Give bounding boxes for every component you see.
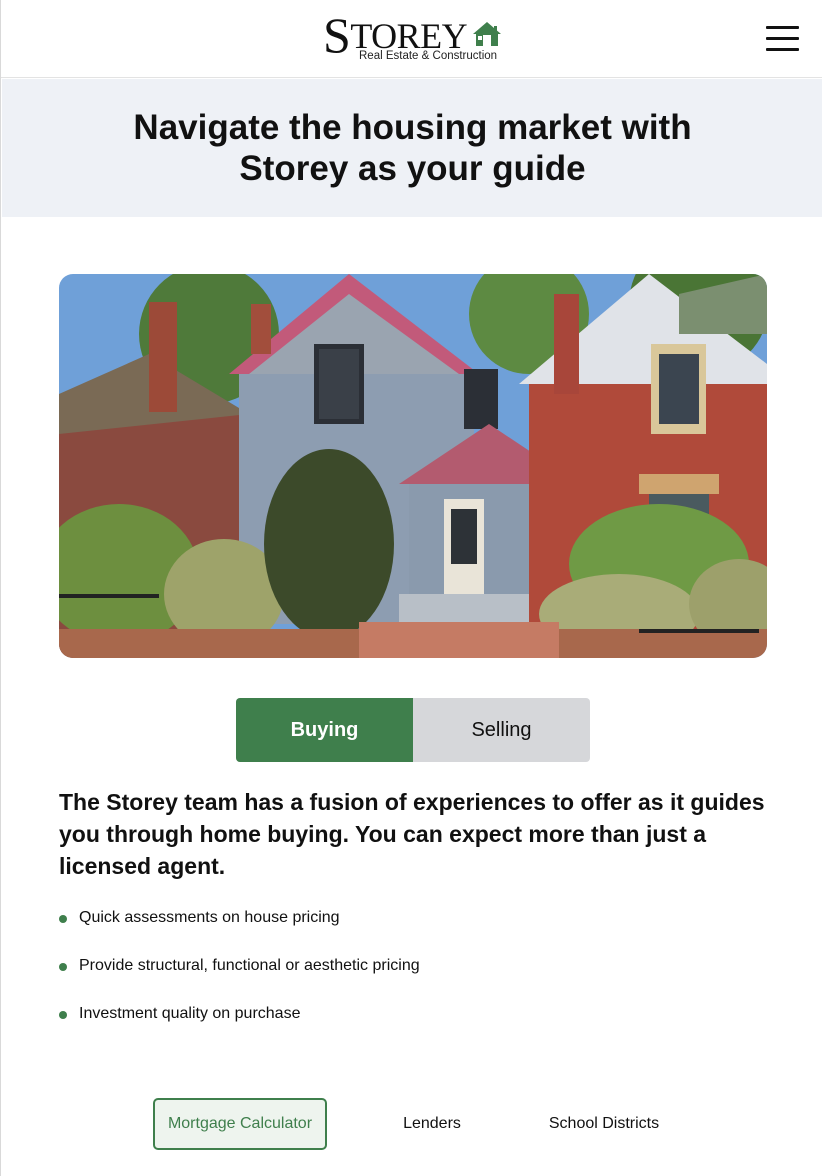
bullet-icon [59,1011,67,1019]
menu-line [766,26,799,29]
hero-title: Navigate the housing market with Storey … [133,108,692,188]
bullet-icon [59,915,67,923]
school-districts-link[interactable]: School Districts [531,1098,677,1150]
tab-buying[interactable]: Buying [236,698,413,762]
victorian-houses-image [59,274,767,658]
list-item: Investment quality on purchase [59,1002,759,1050]
resource-links: Mortgage Calculator Lenders School Distr… [1,1098,822,1150]
hamburger-menu-icon[interactable] [766,26,800,52]
storey-logo[interactable]: STOREY Real Estate & Construction [323,10,503,66]
benefit-text: Investment quality on purchase [79,1005,301,1022]
logo-tagline: Real Estate & Construction [359,50,498,62]
tab-selling[interactable]: Selling [413,698,590,762]
lenders-link[interactable]: Lenders [381,1098,483,1150]
house-logo-icon [473,22,501,46]
buying-selling-tabs: Buying Selling [236,698,590,762]
list-item: Quick assessments on house pricing [59,906,759,954]
benefits-list: Quick assessments on house pricing Provi… [59,906,759,1050]
house-photo [59,274,767,658]
bullet-icon [59,963,67,971]
menu-line [766,48,799,51]
hero-banner: Navigate the housing market with Storey … [2,79,822,217]
menu-line [766,37,799,40]
list-item: Provide structural, functional or aesthe… [59,954,759,1002]
benefit-text: Quick assessments on house pricing [79,909,340,926]
page-frame: STOREY Real Estate & Construction Naviga… [0,0,822,1176]
mortgage-calculator-link[interactable]: Mortgage Calculator [153,1098,327,1150]
benefit-text: Provide structural, functional or aesthe… [79,957,420,974]
site-header: STOREY Real Estate & Construction [1,0,822,78]
buying-lead-text: The Storey team has a fusion of experien… [59,789,765,879]
